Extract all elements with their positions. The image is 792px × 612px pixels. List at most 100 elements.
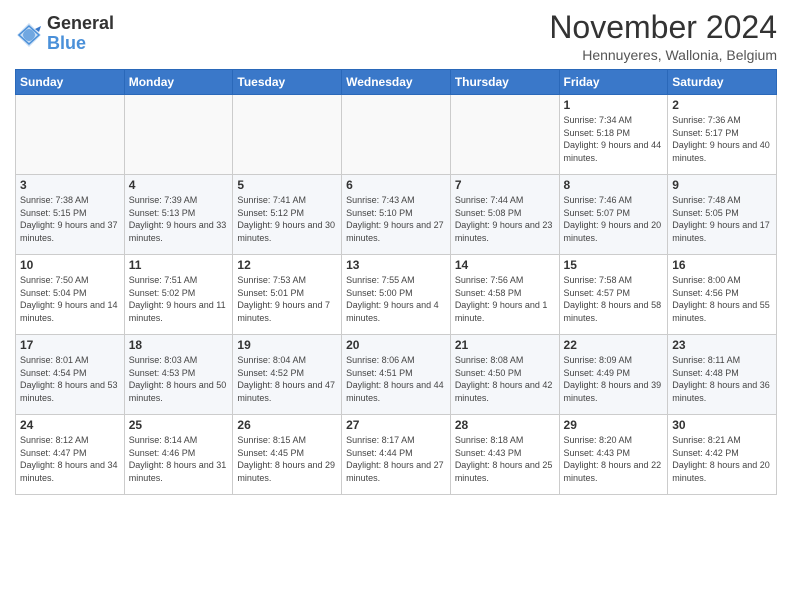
day-info: Sunrise: 8:15 AM Sunset: 4:45 PM Dayligh… [237, 434, 337, 484]
day-info: Sunrise: 8:12 AM Sunset: 4:47 PM Dayligh… [20, 434, 120, 484]
day-info: Sunrise: 7:36 AM Sunset: 5:17 PM Dayligh… [672, 114, 772, 164]
week-row-2: 3 Sunrise: 7:38 AM Sunset: 5:15 PM Daylig… [16, 175, 777, 255]
day-info: Sunrise: 7:39 AM Sunset: 5:13 PM Dayligh… [129, 194, 229, 244]
day-info: Sunrise: 8:20 AM Sunset: 4:43 PM Dayligh… [564, 434, 664, 484]
day-info: Sunrise: 8:08 AM Sunset: 4:50 PM Dayligh… [455, 354, 555, 404]
day-cell: 9 Sunrise: 7:48 AM Sunset: 5:05 PM Daylig… [668, 175, 777, 255]
day-cell: 11 Sunrise: 7:51 AM Sunset: 5:02 PM Dayli… [124, 255, 233, 335]
day-info: Sunrise: 7:53 AM Sunset: 5:01 PM Dayligh… [237, 274, 337, 324]
subtitle: Hennuyeres, Wallonia, Belgium [549, 47, 777, 63]
day-cell: 29Sunrise: 8:20 AM Sunset: 4:43 PM Dayli… [559, 415, 668, 495]
day-number: 14 [455, 258, 555, 272]
day-header-tuesday: Tuesday [233, 70, 342, 95]
day-number: 13 [346, 258, 446, 272]
day-info: Sunrise: 7:56 AM Sunset: 4:58 PM Dayligh… [455, 274, 555, 324]
day-cell [233, 95, 342, 175]
day-number: 6 [346, 178, 446, 192]
day-number: 15 [564, 258, 664, 272]
logo-text: General Blue [47, 14, 114, 54]
day-cell: 24Sunrise: 8:12 AM Sunset: 4:47 PM Dayli… [16, 415, 125, 495]
day-info: Sunrise: 7:44 AM Sunset: 5:08 PM Dayligh… [455, 194, 555, 244]
day-cell [124, 95, 233, 175]
day-cell [342, 95, 451, 175]
day-cell: 21 Sunrise: 8:08 AM Sunset: 4:50 PM Dayli… [450, 335, 559, 415]
day-info: Sunrise: 7:58 AM Sunset: 4:57 PM Dayligh… [564, 274, 664, 324]
day-info: Sunrise: 7:43 AM Sunset: 5:10 PM Dayligh… [346, 194, 446, 244]
day-cell: 22Sunrise: 8:09 AM Sunset: 4:49 PM Dayli… [559, 335, 668, 415]
day-cell: 1Sunrise: 7:34 AM Sunset: 5:18 PM Daylig… [559, 95, 668, 175]
day-cell: 16Sunrise: 8:00 AM Sunset: 4:56 PM Dayli… [668, 255, 777, 335]
day-number: 19 [237, 338, 337, 352]
day-cell: 8 Sunrise: 7:46 AM Sunset: 5:07 PM Daylig… [559, 175, 668, 255]
day-info: Sunrise: 7:41 AM Sunset: 5:12 PM Dayligh… [237, 194, 337, 244]
page: General Blue November 2024 Hennuyeres, W… [0, 0, 792, 612]
day-number: 2 [672, 98, 772, 112]
day-number: 12 [237, 258, 337, 272]
day-header-sunday: Sunday [16, 70, 125, 95]
day-info: Sunrise: 7:51 AM Sunset: 5:02 PM Dayligh… [129, 274, 229, 324]
day-number: 17 [20, 338, 120, 352]
day-number: 28 [455, 418, 555, 432]
day-cell: 28 Sunrise: 8:18 AM Sunset: 4:43 PM Dayli… [450, 415, 559, 495]
day-number: 11 [129, 258, 229, 272]
day-number: 3 [20, 178, 120, 192]
day-cell: 17Sunrise: 8:01 AM Sunset: 4:54 PM Dayli… [16, 335, 125, 415]
logo-line2: Blue [47, 34, 114, 54]
week-row-1: 1Sunrise: 7:34 AM Sunset: 5:18 PM Daylig… [16, 95, 777, 175]
day-cell: 14 Sunrise: 7:56 AM Sunset: 4:58 PM Dayli… [450, 255, 559, 335]
day-cell: 27Sunrise: 8:17 AM Sunset: 4:44 PM Dayli… [342, 415, 451, 495]
day-info: Sunrise: 8:18 AM Sunset: 4:43 PM Dayligh… [455, 434, 555, 484]
week-row-3: 10 Sunrise: 7:50 AM Sunset: 5:04 PM Dayli… [16, 255, 777, 335]
day-cell [16, 95, 125, 175]
day-number: 27 [346, 418, 446, 432]
header-row: SundayMondayTuesdayWednesdayThursdayFrid… [16, 70, 777, 95]
day-cell: 10 Sunrise: 7:50 AM Sunset: 5:04 PM Dayli… [16, 255, 125, 335]
day-info: Sunrise: 8:03 AM Sunset: 4:53 PM Dayligh… [129, 354, 229, 404]
day-info: Sunrise: 7:55 AM Sunset: 5:00 PM Dayligh… [346, 274, 446, 324]
day-number: 9 [672, 178, 772, 192]
day-info: Sunrise: 7:48 AM Sunset: 5:05 PM Dayligh… [672, 194, 772, 244]
day-cell [450, 95, 559, 175]
day-cell: 25Sunrise: 8:14 AM Sunset: 4:46 PM Dayli… [124, 415, 233, 495]
day-cell: 12 Sunrise: 7:53 AM Sunset: 5:01 PM Dayli… [233, 255, 342, 335]
day-info: Sunrise: 7:50 AM Sunset: 5:04 PM Dayligh… [20, 274, 120, 324]
week-row-4: 17Sunrise: 8:01 AM Sunset: 4:54 PM Dayli… [16, 335, 777, 415]
day-number: 4 [129, 178, 229, 192]
day-info: Sunrise: 8:11 AM Sunset: 4:48 PM Dayligh… [672, 354, 772, 404]
day-number: 16 [672, 258, 772, 272]
day-number: 22 [564, 338, 664, 352]
day-number: 26 [237, 418, 337, 432]
day-number: 30 [672, 418, 772, 432]
day-cell: 23 Sunrise: 8:11 AM Sunset: 4:48 PM Dayli… [668, 335, 777, 415]
day-number: 20 [346, 338, 446, 352]
day-info: Sunrise: 7:46 AM Sunset: 5:07 PM Dayligh… [564, 194, 664, 244]
day-header-thursday: Thursday [450, 70, 559, 95]
day-number: 25 [129, 418, 229, 432]
logo-line1: General [47, 14, 114, 34]
day-header-wednesday: Wednesday [342, 70, 451, 95]
day-header-friday: Friday [559, 70, 668, 95]
day-info: Sunrise: 7:38 AM Sunset: 5:15 PM Dayligh… [20, 194, 120, 244]
day-number: 5 [237, 178, 337, 192]
calendar-table: SundayMondayTuesdayWednesdayThursdayFrid… [15, 69, 777, 495]
day-cell: 5 Sunrise: 7:41 AM Sunset: 5:12 PM Daylig… [233, 175, 342, 255]
week-row-5: 24Sunrise: 8:12 AM Sunset: 4:47 PM Dayli… [16, 415, 777, 495]
day-info: Sunrise: 8:21 AM Sunset: 4:42 PM Dayligh… [672, 434, 772, 484]
day-cell: 15 Sunrise: 7:58 AM Sunset: 4:57 PM Dayli… [559, 255, 668, 335]
day-number: 21 [455, 338, 555, 352]
title-block: November 2024 Hennuyeres, Wallonia, Belg… [549, 10, 777, 63]
day-number: 23 [672, 338, 772, 352]
day-cell: 30 Sunrise: 8:21 AM Sunset: 4:42 PM Dayli… [668, 415, 777, 495]
day-cell: 2 Sunrise: 7:36 AM Sunset: 5:17 PM Daylig… [668, 95, 777, 175]
day-cell: 4 Sunrise: 7:39 AM Sunset: 5:13 PM Daylig… [124, 175, 233, 255]
day-cell: 6 Sunrise: 7:43 AM Sunset: 5:10 PM Daylig… [342, 175, 451, 255]
day-header-saturday: Saturday [668, 70, 777, 95]
day-cell: 26 Sunrise: 8:15 AM Sunset: 4:45 PM Dayli… [233, 415, 342, 495]
day-info: Sunrise: 8:04 AM Sunset: 4:52 PM Dayligh… [237, 354, 337, 404]
day-number: 8 [564, 178, 664, 192]
day-number: 10 [20, 258, 120, 272]
logo-icon [15, 21, 43, 49]
day-cell: 13 Sunrise: 7:55 AM Sunset: 5:00 PM Dayli… [342, 255, 451, 335]
day-info: Sunrise: 7:34 AM Sunset: 5:18 PM Dayligh… [564, 114, 664, 164]
day-number: 18 [129, 338, 229, 352]
